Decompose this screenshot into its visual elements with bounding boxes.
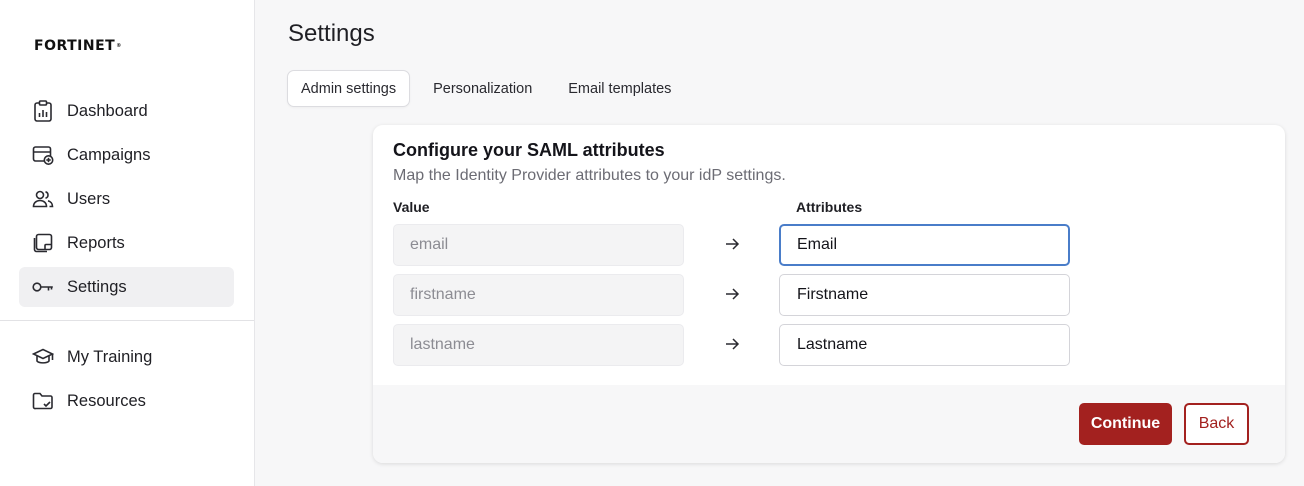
fortinet-logo[interactable]: FORTINET ®	[34, 38, 122, 54]
sidebar-item-label: Settings	[67, 277, 127, 296]
mapping-row: firstname Firstname	[393, 274, 1073, 316]
logo-text: FORTINET	[34, 38, 116, 54]
sidebar-item-resources[interactable]: Resources	[19, 381, 234, 421]
users-icon	[32, 188, 54, 210]
mapping-row: email Email	[393, 224, 1073, 266]
sidebar-item-dashboard[interactable]: Dashboard	[19, 91, 234, 131]
sidebar-item-my-training[interactable]: My Training	[19, 337, 234, 377]
card-title: Configure your SAML attributes	[393, 140, 665, 160]
sidebar-item-label: Users	[67, 189, 111, 208]
sidebar-item-settings[interactable]: Settings	[19, 267, 234, 307]
attribute-field-lastname[interactable]: Lastname	[779, 324, 1070, 366]
sidebar-item-label: Reports	[67, 233, 125, 252]
clipboard-chart-icon	[32, 100, 54, 122]
back-button[interactable]: Back	[1184, 403, 1249, 445]
tab-personalization[interactable]: Personalization	[420, 70, 545, 107]
sidebar-item-campaigns[interactable]: Campaigns	[19, 135, 234, 175]
attributes-column-header: Attributes	[796, 199, 863, 215]
graduation-cap-icon	[32, 346, 54, 368]
sidebar-item-label: My Training	[67, 347, 153, 366]
sidebar-item-label: Resources	[67, 391, 146, 410]
value-field-email: email	[393, 224, 684, 266]
primary-nav: Dashboard Campaigns Users Reports Settin…	[19, 91, 234, 311]
settings-tabs: Admin settings Personalization Email tem…	[287, 70, 694, 107]
value-field-firstname: firstname	[393, 274, 684, 316]
attribute-field-firstname[interactable]: Firstname	[779, 274, 1070, 316]
saml-attributes-card: Configure your SAML attributes Map the I…	[373, 125, 1285, 463]
continue-button[interactable]: Continue	[1079, 403, 1172, 445]
arrow-right-icon	[726, 238, 740, 250]
arrow-right-icon	[726, 338, 740, 350]
tab-email-templates[interactable]: Email templates	[555, 70, 684, 107]
secondary-nav: My Training Resources	[19, 337, 234, 425]
sidebar-item-reports[interactable]: Reports	[19, 223, 234, 263]
card-footer: Continue Back	[373, 385, 1285, 463]
arrow-right-icon	[726, 288, 740, 300]
card-subtitle: Map the Identity Provider attributes to …	[393, 167, 786, 184]
sidebar: FORTINET ® Dashboard Campaigns Users Rep…	[0, 0, 255, 486]
tab-admin-settings[interactable]: Admin settings	[287, 70, 411, 107]
report-note-icon	[32, 232, 54, 254]
value-field-lastname: lastname	[393, 324, 684, 366]
value-column-header: Value	[393, 199, 430, 215]
attribute-field-email[interactable]: Email	[779, 224, 1070, 266]
sidebar-divider	[0, 320, 254, 321]
mapping-row: lastname Lastname	[393, 324, 1073, 366]
key-icon	[32, 276, 54, 298]
sidebar-item-users[interactable]: Users	[19, 179, 234, 219]
page-title: Settings	[288, 20, 375, 47]
calendar-plus-icon	[32, 144, 54, 166]
folder-check-icon	[32, 390, 54, 412]
sidebar-item-label: Campaigns	[67, 145, 151, 164]
sidebar-item-label: Dashboard	[67, 101, 148, 120]
